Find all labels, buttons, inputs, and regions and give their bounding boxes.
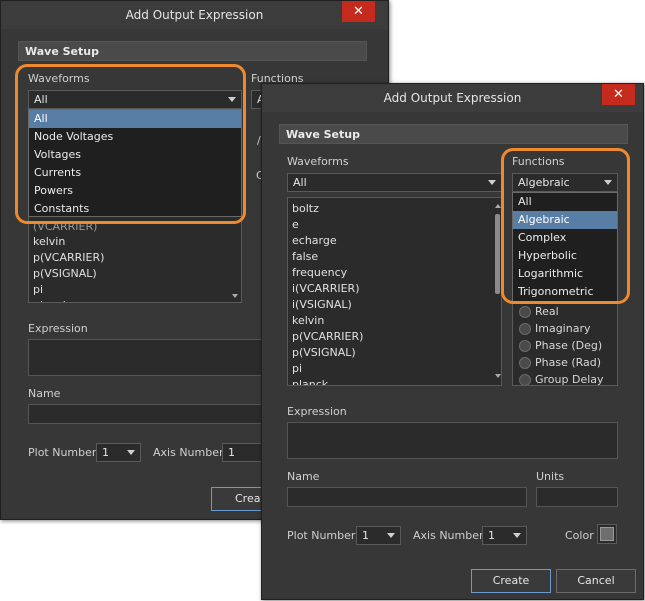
front-axis-number-combo[interactable]: 1 [482, 526, 527, 545]
list-item[interactable]: planck [288, 377, 493, 385]
front-expression-field[interactable] [287, 422, 618, 459]
chevron-down-icon [127, 450, 135, 455]
back-dialog-title: Add Output Expression [125, 8, 264, 22]
list-item[interactable]: frequency [288, 265, 493, 281]
back-expression-label: Expression [28, 322, 88, 335]
front-plot-number-value: 1 [362, 529, 369, 542]
front-waveforms-combo[interactable]: All [287, 173, 502, 192]
front-name-label: Name [287, 470, 320, 483]
front-plot-number-combo[interactable]: 1 [356, 526, 401, 545]
back-plot-number-combo[interactable]: 1 [96, 443, 141, 462]
front-expression-label: Expression [287, 405, 347, 418]
front-functions-highlight [501, 148, 630, 304]
front-color-label: Color [565, 529, 594, 542]
front-color-picker[interactable] [597, 524, 617, 544]
back-titlebar: Add Output Expression ✕ [1, 1, 388, 29]
back-waveforms-highlight [15, 64, 246, 224]
front-create-button[interactable]: Create [471, 569, 551, 593]
list-item[interactable]: p(VSIGNAL) [29, 266, 234, 282]
list-item[interactable]: e [288, 217, 493, 233]
front-waveform-scrollbar[interactable] [494, 198, 501, 385]
radio-phase-rad-label: Phase (Rad) [535, 356, 602, 369]
list-item[interactable]: (VCARRIER) [29, 224, 234, 234]
front-plot-number-label: Plot Number [287, 529, 356, 542]
list-item[interactable]: p(VCARRIER) [29, 250, 234, 266]
radio-phase-deg[interactable] [519, 340, 531, 352]
radio-imaginary-label: Imaginary [535, 322, 591, 335]
front-units-label: Units [536, 470, 565, 483]
front-cancel-button[interactable]: Cancel [556, 569, 636, 593]
back-name-field[interactable] [28, 404, 268, 424]
radio-phase-deg-label: Phase (Deg) [535, 339, 603, 352]
radio-group-delay-label: Group Delay [535, 373, 604, 386]
list-item[interactable]: i(VSIGNAL) [288, 297, 493, 313]
front-waveform-list[interactable]: boltz e echarge false frequency i(VCARRI… [287, 197, 502, 386]
front-waveform-scroll-thumb[interactable] [495, 214, 500, 294]
front-waveforms-combo-value: All [293, 176, 307, 189]
list-item[interactable]: pi [29, 282, 234, 298]
chevron-down-icon [488, 180, 496, 185]
list-item[interactable]: false [288, 249, 493, 265]
list-item[interactable]: p(VCARRIER) [288, 329, 493, 345]
back-wave-setup-header: Wave Setup [18, 41, 367, 61]
list-item[interactable]: pi [288, 361, 493, 377]
color-swatch-icon [600, 527, 614, 541]
back-close-button[interactable]: ✕ [342, 1, 375, 22]
front-axis-number-value: 1 [488, 529, 495, 542]
front-units-field[interactable] [536, 487, 618, 507]
front-dialog: Add Output Expression ✕ Wave Setup Wavef… [261, 83, 644, 600]
back-plot-number-value: 1 [102, 446, 109, 459]
back-name-label: Name [28, 387, 61, 400]
front-dialog-title: Add Output Expression [383, 91, 522, 105]
list-item[interactable]: planck [29, 298, 234, 302]
radio-real[interactable] [519, 306, 531, 318]
back-axis-number-value: 1 [228, 446, 235, 459]
front-waveforms-label: Waveforms [287, 155, 349, 168]
back-axis-number-label: Axis Number [153, 446, 224, 459]
front-axis-number-label: Axis Number [413, 529, 484, 542]
back-expression-field[interactable] [28, 339, 268, 376]
list-item[interactable]: kelvin [288, 313, 493, 329]
front-wave-setup-header: Wave Setup [279, 124, 628, 144]
list-item[interactable]: boltz [288, 201, 493, 217]
radio-group-delay[interactable] [519, 374, 531, 385]
chevron-down-icon [513, 533, 521, 538]
chevron-down-icon [387, 533, 395, 538]
front-close-button[interactable]: ✕ [602, 84, 635, 105]
list-item[interactable]: kelvin [29, 234, 234, 250]
list-item[interactable]: echarge [288, 233, 493, 249]
list-item[interactable]: i(VCARRIER) [288, 281, 493, 297]
scroll-down-icon[interactable] [232, 294, 238, 298]
front-name-field[interactable] [287, 487, 527, 507]
scroll-down-icon[interactable] [495, 374, 501, 378]
back-plot-number-label: Plot Number [28, 446, 97, 459]
front-titlebar: Add Output Expression ✕ [262, 84, 643, 112]
list-item[interactable]: p(VSIGNAL) [288, 345, 493, 361]
radio-imaginary[interactable] [519, 323, 531, 335]
radio-phase-rad[interactable] [519, 357, 531, 369]
radio-real-label: Real [535, 305, 559, 318]
